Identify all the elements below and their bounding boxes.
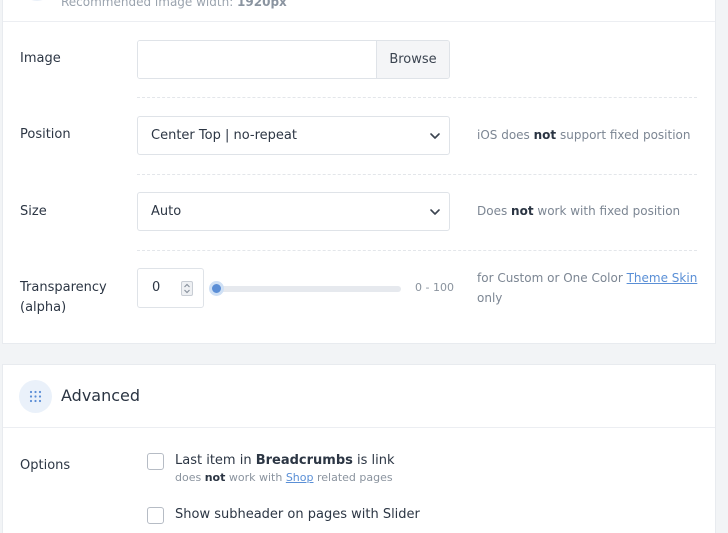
- advanced-title: Advanced: [61, 386, 141, 405]
- transparency-label: Transparency (alpha): [20, 278, 107, 318]
- options-label: Options: [20, 458, 71, 473]
- chevron-down-icon: [430, 209, 440, 215]
- transparency-hint-line2: only: [477, 291, 503, 305]
- breadcrumbs-link-label[interactable]: Last item in Breadcrumbs is link: [175, 452, 395, 470]
- size-label: Size: [20, 204, 47, 219]
- chevron-down-icon: [430, 133, 440, 139]
- transparency-label-line1: Transparency: [20, 280, 107, 295]
- spinner-arrows-icon[interactable]: [181, 281, 193, 296]
- recommended-width-hint: Recommended image width: 1920px: [61, 0, 287, 9]
- position-hint: iOS does not support fixed position: [477, 125, 691, 145]
- image-label: Image: [20, 51, 61, 66]
- transparency-hint-pre: for Custom or One Color: [477, 271, 627, 285]
- row-divider: [137, 97, 697, 98]
- position-hint-post: support fixed position: [556, 128, 691, 142]
- size-select[interactable]: Auto: [137, 192, 450, 231]
- theme-skin-link[interactable]: Theme Skin: [627, 271, 698, 285]
- transparency-slider-handle[interactable]: [209, 281, 224, 296]
- row-divider: [137, 174, 697, 175]
- background-settings-card: Recommended image width: 1920px Image Br…: [2, 0, 716, 344]
- subheader-slider-label[interactable]: Show subheader on pages with Slider: [175, 506, 420, 524]
- transparency-number-input[interactable]: 0: [137, 268, 204, 308]
- position-hint-bold: not: [533, 128, 557, 142]
- advanced-header: Advanced: [3, 365, 715, 428]
- position-label: Position: [20, 127, 71, 142]
- shop-link[interactable]: Shop: [286, 471, 314, 484]
- breadcrumbs-label-pre: Last item in: [175, 453, 256, 468]
- note-mid: work with: [225, 471, 286, 484]
- breadcrumbs-link-checkbox[interactable]: [147, 453, 164, 470]
- note-bold: not: [204, 471, 226, 484]
- slider-range-label: 0 - 100: [415, 281, 454, 294]
- transparency-value: 0: [152, 280, 161, 295]
- row-divider: [137, 250, 697, 251]
- position-selected-value: Center Top | no-repeat: [151, 128, 297, 143]
- breadcrumbs-label-post: is link: [352, 453, 395, 468]
- subheader-slider-checkbox[interactable]: [147, 507, 164, 524]
- position-hint-pre: iOS does: [477, 128, 534, 142]
- note-post: related pages: [313, 471, 393, 484]
- size-hint-pre: Does: [477, 204, 512, 218]
- size-selected-value: Auto: [151, 204, 182, 219]
- position-select[interactable]: Center Top | no-repeat: [137, 116, 450, 155]
- recommended-width-value: 1920px: [237, 0, 287, 9]
- section-icon: [21, 0, 53, 1]
- breadcrumbs-label-bold: Breadcrumbs: [255, 453, 353, 468]
- browse-button[interactable]: Browse: [376, 41, 449, 78]
- previous-section-footer: Recommended image width: 1920px: [3, 0, 715, 22]
- advanced-card: Advanced Options Last item in Breadcrumb…: [2, 364, 716, 533]
- image-url-input[interactable]: [138, 41, 376, 78]
- image-file-field: Browse: [137, 40, 450, 79]
- transparency-slider-track[interactable]: [211, 286, 401, 292]
- size-hint-post: work with fixed position: [533, 204, 681, 218]
- dots-grid-icon: [19, 380, 52, 413]
- transparency-hint: for Custom or One Color Theme Skin only: [477, 268, 697, 308]
- recommended-width-text: Recommended image width:: [61, 0, 238, 9]
- size-hint: Does not work with fixed position: [477, 201, 680, 221]
- breadcrumbs-link-note: does not work with Shop related pages: [175, 470, 393, 486]
- size-hint-bold: not: [511, 204, 534, 218]
- transparency-label-line2: (alpha): [20, 300, 67, 315]
- note-pre: does: [175, 471, 205, 484]
